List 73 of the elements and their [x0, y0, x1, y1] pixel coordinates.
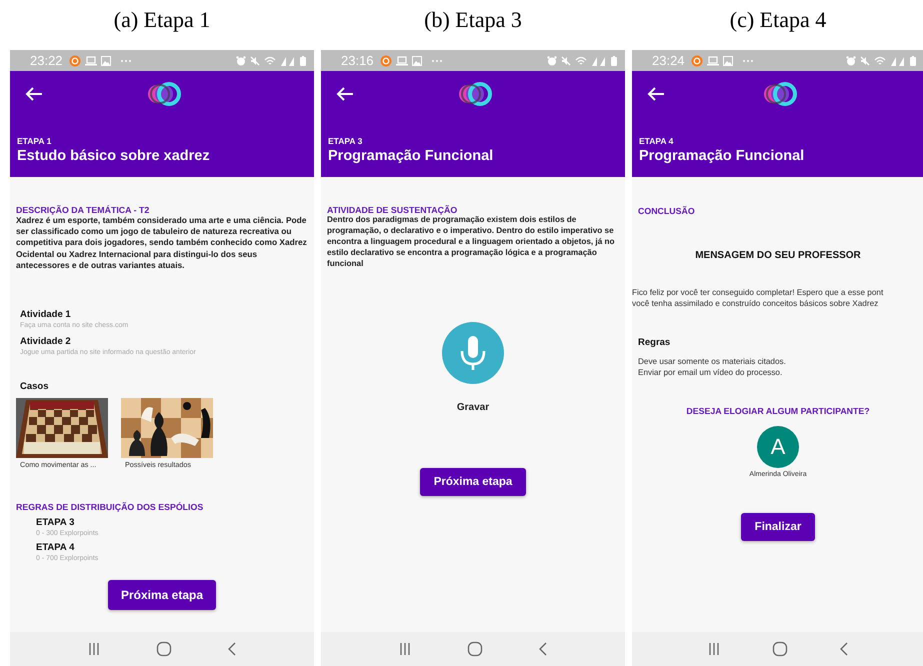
notification-icon: [380, 54, 392, 66]
microphone-button[interactable]: [442, 322, 504, 384]
stage-label: ETAPA 3: [328, 136, 364, 146]
battery-icon: [910, 56, 916, 66]
stage-label: ETAPA 1: [17, 136, 52, 146]
image-icon: [722, 56, 733, 66]
back-icon[interactable]: [838, 642, 849, 656]
logo-icon: [457, 81, 493, 107]
mute-icon: [250, 56, 260, 66]
figure-caption: (c) Etapa 4: [728, 6, 828, 34]
battery-icon: [611, 56, 617, 66]
notification-icon: [68, 54, 81, 66]
battery-icon: [300, 56, 306, 66]
stage-title: Programação Funcional: [639, 148, 806, 164]
reward-stage: ETAPA 4: [36, 542, 76, 553]
signal-icon: [280, 56, 296, 66]
section-heading: REGRAS DE DISTRIBUIÇÃO DOS ESPÓLIOS: [16, 502, 204, 512]
laptop-icon: [396, 56, 408, 66]
figure-caption: (b) Etapa 3: [423, 6, 523, 34]
home-icon[interactable]: [156, 641, 172, 657]
reward-stage: ETAPA 3: [36, 516, 76, 528]
wifi-icon: [874, 56, 886, 66]
activity-title[interactable]: Atividade 1: [20, 308, 308, 320]
laptop-icon: [706, 56, 719, 66]
back-arrow-icon[interactable]: [336, 86, 354, 102]
action-button[interactable]: Próxima etapa: [108, 580, 216, 610]
message-heading: MENSAGEM DO SEU PROFESSOR: [694, 250, 862, 261]
activity-title[interactable]: Atividade 2: [20, 336, 308, 347]
signal-icon: [890, 56, 906, 66]
mute-icon: [561, 56, 571, 66]
back-arrow-icon[interactable]: [647, 86, 665, 102]
recent-apps-icon[interactable]: [398, 642, 412, 656]
action-button[interactable]: Finalizar: [740, 513, 816, 542]
status-time: 23:24: [652, 53, 685, 68]
logo-icon: [762, 81, 798, 107]
laptop-icon: [84, 56, 97, 66]
back-icon[interactable]: [226, 642, 237, 656]
wifi-icon: [575, 56, 587, 66]
figure-caption: (a) Etapa 1: [112, 6, 212, 34]
home-icon[interactable]: [466, 641, 483, 657]
stage-title: Programação Funcional: [328, 148, 494, 164]
mute-icon: [860, 56, 870, 66]
back-arrow-icon[interactable]: [25, 86, 43, 102]
section-heading: ATIVIDADE DE SUSTENTAÇÃO: [327, 205, 458, 215]
image-icon: [412, 56, 422, 66]
alarm-icon: [846, 56, 856, 66]
message-text: Fico feliz por você ter conseguido completar! Espero que a esse pont você tenha assimilado e construído conceitos básicos sobre Xadrez: [632, 287, 884, 310]
logo-icon: [146, 81, 182, 107]
alarm-icon: [547, 56, 557, 66]
home-icon[interactable]: [772, 641, 788, 657]
image-icon: [100, 56, 111, 66]
back-icon[interactable]: [538, 642, 548, 656]
section-text: Dentro dos paradigmas de programação existem dois estilos de programação, o declarativo e o imperativo. Dentro do estilo imperativo se encontra a linguagem procedural e a linguagem orientado a objetos, já no estilo declarativo se encontra a programação lógica e a programação funcional: [327, 215, 616, 270]
recent-apps-icon[interactable]: [707, 642, 722, 656]
action-button[interactable]: Próxima etapa: [420, 468, 526, 496]
stage-title: Estudo básico sobre xadrez: [17, 148, 211, 164]
stage-label: ETAPA 4: [639, 136, 674, 146]
status-time: 23:22: [30, 53, 63, 68]
alarm-icon: [236, 56, 246, 66]
section-heading: CONCLUSÃO: [638, 206, 696, 216]
section-text: Xadrez é um esporte, também considerado uma arte e uma ciência. Pode ser classificado como um jogo de tabuleiro de natureza recreativa ou competitiva para dois jogadores, sendo também conhecido como Xadrez Ocidental ou Xadrez Internacional para distingui-lo dos seus antecessores e de outras variantes atuais.: [16, 215, 308, 271]
notification-icon: [690, 54, 703, 66]
record-label: Gravar: [456, 402, 490, 413]
cases-heading: Casos: [20, 380, 50, 392]
section-heading: DESCRIÇÃO DA TEMÁTICA - T2: [16, 205, 150, 215]
wifi-icon: [264, 56, 276, 66]
rules-text: Deve usar somente os materiais citados. Enviar por email um vídeo do processo.: [637, 356, 787, 378]
recent-apps-icon[interactable]: [87, 642, 102, 656]
rules-heading: Regras: [637, 337, 672, 348]
status-time: 23:16: [341, 53, 374, 68]
signal-icon: [591, 56, 607, 66]
participant-avatar[interactable]: A: [757, 426, 799, 468]
praise-question: DESEJA ELOGIAR ALGUM PARTICIPANTE?: [686, 406, 870, 416]
